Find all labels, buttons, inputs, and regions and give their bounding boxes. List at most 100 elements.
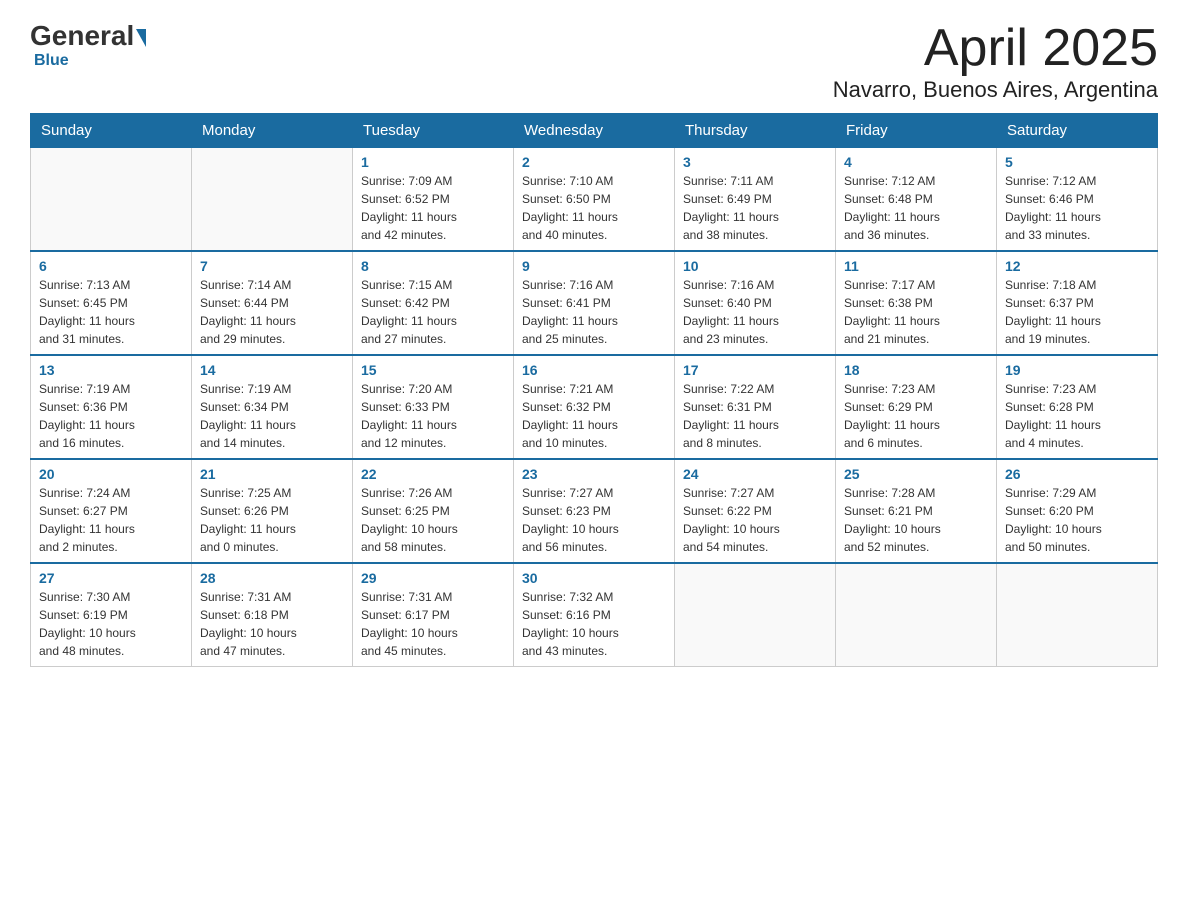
location-subtitle: Navarro, Buenos Aires, Argentina — [833, 77, 1158, 103]
col-thursday: Thursday — [675, 114, 836, 148]
table-row: 26 Sunrise: 7:29 AMSunset: 6:20 PMDayligh… — [997, 459, 1158, 563]
day-number: 28 — [200, 570, 344, 586]
day-number: 6 — [39, 258, 183, 274]
day-info: Sunrise: 7:12 AMSunset: 6:48 PMDaylight:… — [844, 172, 988, 244]
day-number: 25 — [844, 466, 988, 482]
day-info: Sunrise: 7:31 AMSunset: 6:18 PMDaylight:… — [200, 588, 344, 660]
day-info: Sunrise: 7:20 AMSunset: 6:33 PMDaylight:… — [361, 380, 505, 452]
day-number: 3 — [683, 154, 827, 170]
table-row: 19 Sunrise: 7:23 AMSunset: 6:28 PMDayligh… — [997, 355, 1158, 459]
day-info: Sunrise: 7:16 AMSunset: 6:41 PMDaylight:… — [522, 276, 666, 348]
table-row — [997, 563, 1158, 667]
day-number: 23 — [522, 466, 666, 482]
day-number: 29 — [361, 570, 505, 586]
day-info: Sunrise: 7:25 AMSunset: 6:26 PMDaylight:… — [200, 484, 344, 556]
table-row: 24Sunrise: 7:27 AMSunset: 6:22 PMDayligh… — [675, 459, 836, 563]
table-row: 16 Sunrise: 7:21 AMSunset: 6:32 PMDayligh… — [514, 355, 675, 459]
col-friday: Friday — [836, 114, 997, 148]
day-number: 22 — [361, 466, 505, 482]
day-number: 26 — [1005, 466, 1149, 482]
table-row: 2 Sunrise: 7:10 AMSunset: 6:50 PMDaylight… — [514, 148, 675, 252]
calendar-week-row: 6 Sunrise: 7:13 AMSunset: 6:45 PMDaylight… — [31, 251, 1158, 355]
day-number: 10 — [683, 258, 827, 274]
table-row: 22 Sunrise: 7:26 AMSunset: 6:25 PMDayligh… — [353, 459, 514, 563]
table-row: 9 Sunrise: 7:16 AMSunset: 6:41 PMDaylight… — [514, 251, 675, 355]
day-number: 8 — [361, 258, 505, 274]
table-row — [836, 563, 997, 667]
day-number: 12 — [1005, 258, 1149, 274]
day-number: 20 — [39, 466, 183, 482]
day-info: Sunrise: 7:10 AMSunset: 6:50 PMDaylight:… — [522, 172, 666, 244]
table-row: 10 Sunrise: 7:16 AMSunset: 6:40 PMDayligh… — [675, 251, 836, 355]
day-info: Sunrise: 7:30 AMSunset: 6:19 PMDaylight:… — [39, 588, 183, 660]
day-info: Sunrise: 7:21 AMSunset: 6:32 PMDaylight:… — [522, 380, 666, 452]
day-info: Sunrise: 7:31 AMSunset: 6:17 PMDaylight:… — [361, 588, 505, 660]
logo-blue-text: Blue — [34, 52, 69, 70]
day-number: 11 — [844, 258, 988, 274]
day-number: 15 — [361, 362, 505, 378]
day-info: Sunrise: 7:12 AMSunset: 6:46 PMDaylight:… — [1005, 172, 1149, 244]
table-row: 15 Sunrise: 7:20 AMSunset: 6:33 PMDayligh… — [353, 355, 514, 459]
logo-arrow-icon — [136, 29, 146, 47]
day-info: Sunrise: 7:29 AMSunset: 6:20 PMDaylight:… — [1005, 484, 1149, 556]
table-row: 3 Sunrise: 7:11 AMSunset: 6:49 PMDaylight… — [675, 148, 836, 252]
table-row — [192, 148, 353, 252]
table-row: 28 Sunrise: 7:31 AMSunset: 6:18 PMDayligh… — [192, 563, 353, 667]
table-row — [675, 563, 836, 667]
day-info: Sunrise: 7:16 AMSunset: 6:40 PMDaylight:… — [683, 276, 827, 348]
day-info: Sunrise: 7:28 AMSunset: 6:21 PMDaylight:… — [844, 484, 988, 556]
day-info: Sunrise: 7:23 AMSunset: 6:29 PMDaylight:… — [844, 380, 988, 452]
day-number: 5 — [1005, 154, 1149, 170]
day-number: 2 — [522, 154, 666, 170]
day-info: Sunrise: 7:15 AMSunset: 6:42 PMDaylight:… — [361, 276, 505, 348]
day-number: 7 — [200, 258, 344, 274]
day-number: 1 — [361, 154, 505, 170]
month-year-title: April 2025 — [833, 20, 1158, 77]
day-info: Sunrise: 7:27 AMSunset: 6:22 PMDaylight:… — [683, 484, 827, 556]
day-info: Sunrise: 7:18 AMSunset: 6:37 PMDaylight:… — [1005, 276, 1149, 348]
logo: General Blue — [30, 20, 146, 70]
table-row: 29 Sunrise: 7:31 AMSunset: 6:17 PMDayligh… — [353, 563, 514, 667]
col-saturday: Saturday — [997, 114, 1158, 148]
day-number: 27 — [39, 570, 183, 586]
day-number: 19 — [1005, 362, 1149, 378]
table-row: 25 Sunrise: 7:28 AMSunset: 6:21 PMDayligh… — [836, 459, 997, 563]
day-number: 14 — [200, 362, 344, 378]
table-row: 21 Sunrise: 7:25 AMSunset: 6:26 PMDayligh… — [192, 459, 353, 563]
day-number: 21 — [200, 466, 344, 482]
table-row: 1Sunrise: 7:09 AMSunset: 6:52 PMDaylight… — [353, 148, 514, 252]
table-row: 4 Sunrise: 7:12 AMSunset: 6:48 PMDaylight… — [836, 148, 997, 252]
table-row: 20Sunrise: 7:24 AMSunset: 6:27 PMDayligh… — [31, 459, 192, 563]
calendar-week-row: 1Sunrise: 7:09 AMSunset: 6:52 PMDaylight… — [31, 148, 1158, 252]
day-info: Sunrise: 7:14 AMSunset: 6:44 PMDaylight:… — [200, 276, 344, 348]
table-row: 7 Sunrise: 7:14 AMSunset: 6:44 PMDaylight… — [192, 251, 353, 355]
logo-general-text: General — [30, 20, 134, 52]
calendar-header-row: Sunday Monday Tuesday Wednesday Thursday… — [31, 114, 1158, 148]
calendar-week-row: 20Sunrise: 7:24 AMSunset: 6:27 PMDayligh… — [31, 459, 1158, 563]
table-row: 30Sunrise: 7:32 AMSunset: 6:16 PMDayligh… — [514, 563, 675, 667]
table-row: 8 Sunrise: 7:15 AMSunset: 6:42 PMDaylight… — [353, 251, 514, 355]
table-row: 12 Sunrise: 7:18 AMSunset: 6:37 PMDayligh… — [997, 251, 1158, 355]
day-info: Sunrise: 7:26 AMSunset: 6:25 PMDaylight:… — [361, 484, 505, 556]
day-info: Sunrise: 7:22 AMSunset: 6:31 PMDaylight:… — [683, 380, 827, 452]
day-number: 16 — [522, 362, 666, 378]
col-sunday: Sunday — [31, 114, 192, 148]
day-number: 4 — [844, 154, 988, 170]
day-info: Sunrise: 7:19 AMSunset: 6:36 PMDaylight:… — [39, 380, 183, 452]
table-row: 11Sunrise: 7:17 AMSunset: 6:38 PMDayligh… — [836, 251, 997, 355]
table-row: 17 Sunrise: 7:22 AMSunset: 6:31 PMDayligh… — [675, 355, 836, 459]
day-info: Sunrise: 7:23 AMSunset: 6:28 PMDaylight:… — [1005, 380, 1149, 452]
calendar-week-row: 27 Sunrise: 7:30 AMSunset: 6:19 PMDayligh… — [31, 563, 1158, 667]
day-number: 17 — [683, 362, 827, 378]
table-row: 27 Sunrise: 7:30 AMSunset: 6:19 PMDayligh… — [31, 563, 192, 667]
day-number: 30 — [522, 570, 666, 586]
day-number: 9 — [522, 258, 666, 274]
table-row: 13 Sunrise: 7:19 AMSunset: 6:36 PMDayligh… — [31, 355, 192, 459]
day-number: 13 — [39, 362, 183, 378]
table-row — [31, 148, 192, 252]
table-row: 23Sunrise: 7:27 AMSunset: 6:23 PMDayligh… — [514, 459, 675, 563]
day-info: Sunrise: 7:11 AMSunset: 6:49 PMDaylight:… — [683, 172, 827, 244]
day-info: Sunrise: 7:13 AMSunset: 6:45 PMDaylight:… — [39, 276, 183, 348]
col-wednesday: Wednesday — [514, 114, 675, 148]
calendar-week-row: 13 Sunrise: 7:19 AMSunset: 6:36 PMDayligh… — [31, 355, 1158, 459]
